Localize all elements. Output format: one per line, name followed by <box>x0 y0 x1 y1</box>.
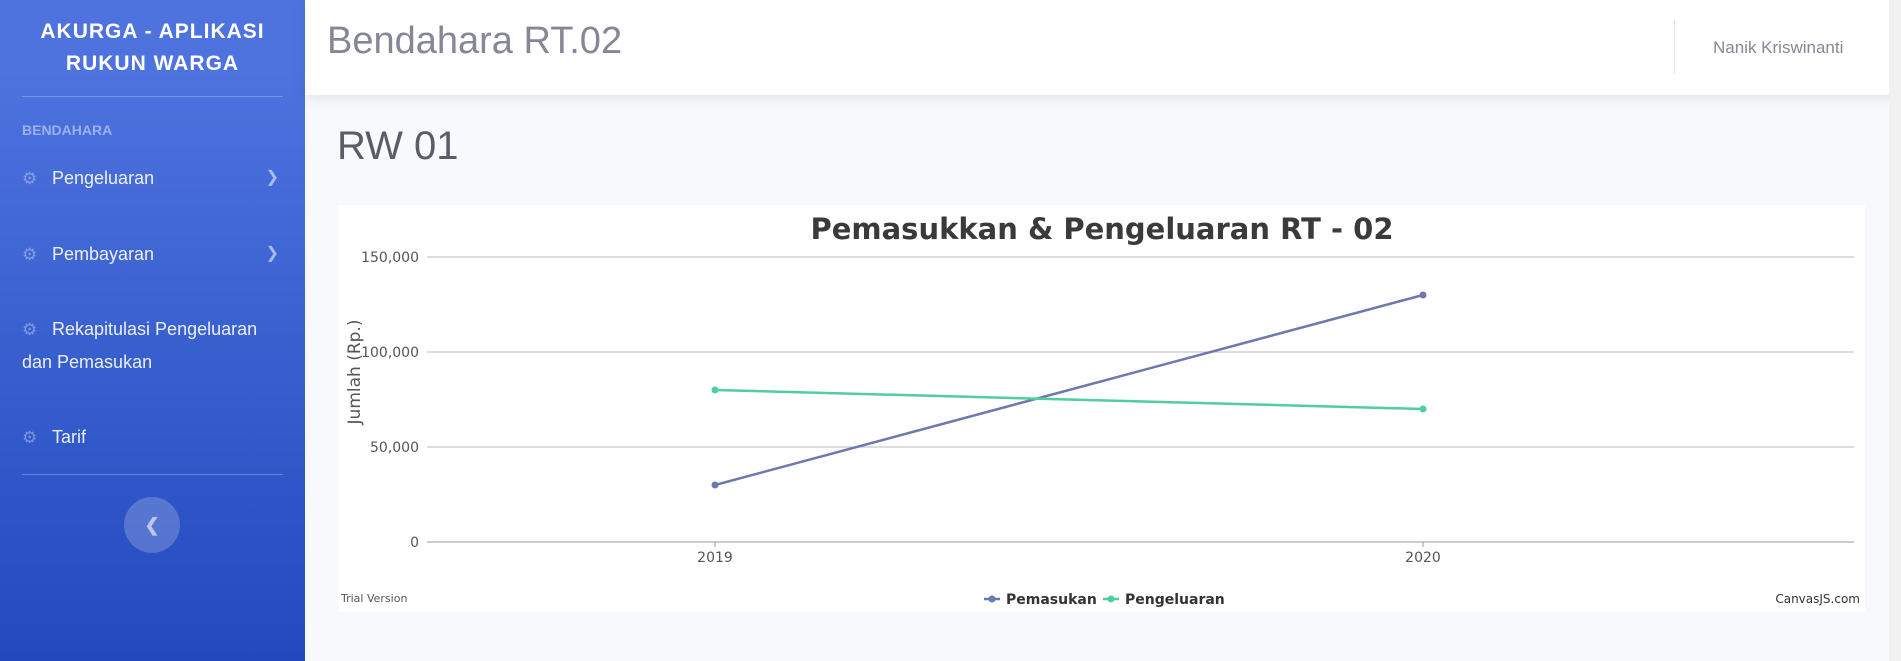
data-point <box>1419 291 1427 299</box>
chart-series <box>711 291 1427 489</box>
page-title: Bendahara RT.02 <box>327 20 623 62</box>
chevron-right-icon: ❯ <box>265 169 279 186</box>
legend-marker-dot <box>988 595 996 603</box>
data-point <box>1419 405 1427 413</box>
section-title: RW 01 <box>337 124 459 168</box>
gear-icon: ⚙ <box>22 320 38 339</box>
legend-label: Pengeluaran <box>1125 592 1225 608</box>
y-tick-label: 150,000 <box>361 250 419 266</box>
sidebar-item-label: Pembayaran <box>52 244 155 264</box>
chart-y-axis-label: Jumlah (Rp.) <box>345 320 365 426</box>
user-menu[interactable]: Nanik Kriswinanti <box>1713 38 1843 58</box>
trial-version-watermark: Trial Version <box>340 592 407 605</box>
chart-card: Pemasukkan & Pengeluaran RT - 02 Jumlah … <box>338 205 1865 612</box>
y-tick-label: 0 <box>410 535 419 551</box>
series-line-pengeluaran <box>714 388 1424 411</box>
sidebar-heading: BENDAHARA <box>22 122 113 138</box>
gear-icon: ⚙ <box>22 169 38 188</box>
sidebar-item-rekapitulasi[interactable]: ⚙ Rekapitulasi Pengeluaran dan Pemasukan <box>0 313 290 378</box>
topbar-divider <box>1674 20 1675 74</box>
chevron-left-icon: ❮ <box>144 514 160 535</box>
legend-label: Pemasukan <box>1006 592 1097 608</box>
data-point <box>711 481 719 489</box>
chevron-right-icon: ❯ <box>265 245 279 262</box>
y-tick-label: 100,000 <box>361 345 419 361</box>
chart-legend: Pemasukan Pengeluaran <box>984 592 1225 608</box>
sidebar-brand[interactable]: AKURGA - APLIKASI RUKUN WARGA <box>0 0 305 96</box>
sidebar-item-label: Rekapitulasi Pengeluaran dan Pemasukan <box>22 319 258 372</box>
gear-icon: ⚙ <box>22 428 38 447</box>
legend-marker-dot <box>1107 595 1115 603</box>
chart-title: Pemasukkan & Pengeluaran RT - 02 <box>810 212 1393 246</box>
sidebar-item-label: Tarif <box>52 427 87 447</box>
canvasjs-watermark[interactable]: CanvasJS.com <box>1775 592 1860 606</box>
sidebar-item-pengeluaran[interactable]: ⚙ Pengeluaran ❯ <box>0 162 305 195</box>
series-line-pemasukan <box>714 293 1424 487</box>
sidebar-item-tarif[interactable]: ⚙ Tarif <box>0 421 305 454</box>
topbar: Bendahara RT.02 Nanik Kriswinanti <box>305 0 1901 95</box>
y-tick-label: 50,000 <box>370 440 419 456</box>
chart-x-ticks: 2019 2020 <box>697 542 1441 566</box>
sidebar-item-pembayaran[interactable]: ⚙ Pembayaran ❯ <box>0 238 305 271</box>
x-tick-label: 2020 <box>1405 550 1441 566</box>
x-tick-label: 2019 <box>697 550 733 566</box>
scrollbar[interactable] <box>1889 0 1901 661</box>
line-chart: Pemasukkan & Pengeluaran RT - 02 Jumlah … <box>340 212 1860 608</box>
sidebar: AKURGA - APLIKASI RUKUN WARGA BENDAHARA … <box>0 0 305 661</box>
gear-icon: ⚙ <box>22 245 38 264</box>
sidebar-item-label: Pengeluaran <box>52 168 155 188</box>
sidebar-toggle-button[interactable]: ❮ <box>124 497 180 553</box>
sidebar-divider <box>22 474 283 475</box>
chart-y-ticks: 0 50,000 100,000 150,000 <box>361 250 419 551</box>
data-point <box>711 386 719 394</box>
chart-grid <box>427 256 1854 543</box>
